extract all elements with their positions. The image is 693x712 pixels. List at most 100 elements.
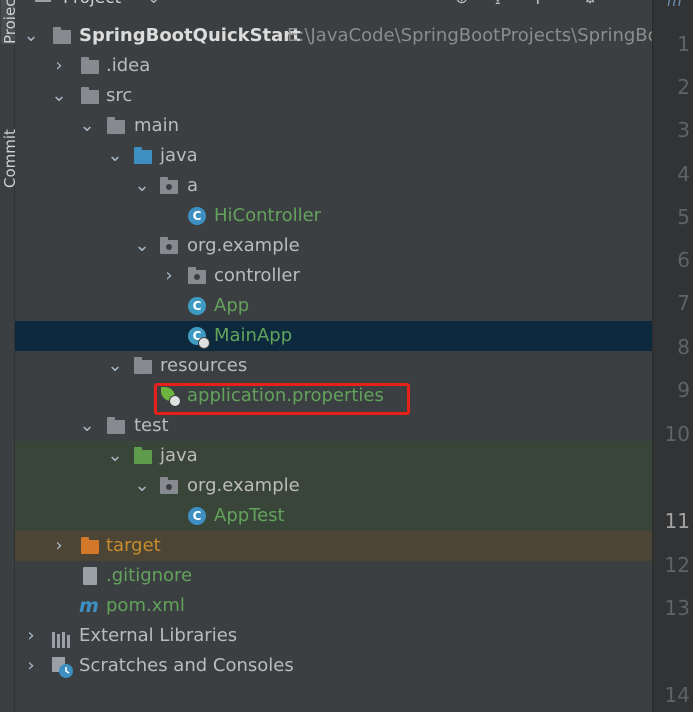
chevron-down-icon[interactable]: ⌄ bbox=[132, 231, 152, 261]
chevron-right-icon[interactable]: › bbox=[21, 651, 41, 681]
tree-item-label: java bbox=[160, 445, 198, 466]
tree-item-label: HiController bbox=[214, 205, 322, 226]
tree-item-gitignore[interactable]: .gitignore bbox=[15, 561, 652, 591]
line-number: 3 bbox=[677, 118, 690, 142]
spring-app-class-icon: C bbox=[188, 297, 206, 315]
tree-item-label: .idea bbox=[106, 55, 151, 76]
line-number: 9 bbox=[677, 378, 690, 402]
test-source-folder-icon bbox=[134, 447, 152, 464]
tree-item-main[interactable]: ⌄ main bbox=[15, 111, 652, 141]
hide-panel-icon[interactable]: — bbox=[621, 0, 637, 7]
chevron-down-icon[interactable]: ⌄ bbox=[105, 351, 125, 381]
chevron-right-icon[interactable]: › bbox=[159, 261, 179, 291]
editor-tab-icon[interactable]: m bbox=[667, 0, 682, 10]
tree-item-test[interactable]: ⌄ test bbox=[15, 411, 652, 441]
tree-item-pom[interactable]: m pom.xml bbox=[15, 591, 652, 621]
project-panel-title[interactable]: Project bbox=[63, 0, 121, 8]
tree-item-label: resources bbox=[160, 355, 248, 376]
tree-item-scratches[interactable]: › Scratches and Consoles bbox=[15, 651, 652, 681]
tree-item-src[interactable]: ⌄ src bbox=[15, 81, 652, 111]
folder-icon bbox=[107, 117, 125, 134]
expand-selected-icon[interactable]: ⊕ bbox=[455, 0, 468, 7]
tree-item-idea[interactable]: › .idea bbox=[15, 51, 652, 81]
annotation-highlight-box bbox=[154, 383, 410, 415]
tree-item-apptest[interactable]: C AppTest bbox=[15, 501, 652, 531]
line-number: 12 bbox=[664, 553, 690, 577]
tree-item-project-root[interactable]: ⌄ SpringBootQuickStart E:\JavaCode\Sprin… bbox=[15, 21, 652, 51]
tree-item-label: controller bbox=[214, 265, 300, 286]
tree-item-label: target bbox=[106, 535, 161, 556]
package-icon bbox=[188, 267, 206, 284]
excluded-folder-icon bbox=[81, 537, 99, 554]
tree-item-label: MainApp bbox=[214, 325, 293, 346]
library-icon bbox=[52, 628, 72, 648]
tree-item-label: a bbox=[187, 175, 199, 196]
file-icon bbox=[83, 567, 97, 585]
line-number: 5 bbox=[677, 205, 690, 229]
tree-item-label: org.example bbox=[187, 475, 300, 496]
folder-icon bbox=[81, 87, 99, 104]
package-icon bbox=[160, 477, 178, 494]
line-number: 8 bbox=[677, 335, 690, 359]
editor-gutter: m 1 2 3 4 5 6 7 8 9 10 11 12 13 14 bbox=[652, 0, 693, 712]
tree-item-java[interactable]: ⌄ java bbox=[15, 141, 652, 171]
tree-item-package-a[interactable]: ⌄ a bbox=[15, 171, 652, 201]
tree-item-label: AppTest bbox=[214, 505, 285, 526]
chevron-down-icon[interactable]: ⌄ bbox=[105, 441, 125, 471]
chevron-down-icon[interactable]: ⌄ bbox=[77, 411, 97, 441]
folder-icon bbox=[107, 417, 125, 434]
tool-window-strip: Project Commit bbox=[0, 0, 19, 712]
project-panel: Project ⌄ ⊕ ⭳ ⭱ ⚙ — ⌄ SpringBootQuickSta… bbox=[15, 0, 652, 712]
tree-item-target[interactable]: › target bbox=[15, 531, 652, 561]
line-number: 7 bbox=[677, 291, 690, 315]
scroll-to-file-icon[interactable]: ⭳ bbox=[495, 0, 501, 15]
test-class-icon: C bbox=[188, 507, 206, 525]
chevron-down-icon[interactable]: ⌄ bbox=[132, 171, 152, 201]
gear-icon[interactable]: ⚙ bbox=[583, 0, 597, 7]
chevron-down-icon[interactable]: ⌄ bbox=[21, 21, 41, 51]
tree-item-label: pom.xml bbox=[106, 595, 185, 616]
tree-item-label: main bbox=[134, 115, 179, 136]
spring-app-class-icon: C bbox=[188, 327, 210, 349]
chevron-right-icon[interactable]: › bbox=[21, 621, 41, 651]
line-number: 1 bbox=[677, 32, 690, 56]
line-number: 4 bbox=[677, 162, 690, 186]
tree-item-label: External Libraries bbox=[79, 625, 238, 646]
tree-item-mainapp[interactable]: C MainApp bbox=[15, 321, 652, 351]
chevron-down-icon[interactable]: ⌄ bbox=[49, 81, 69, 111]
collapse-all-icon[interactable]: ⭱ bbox=[535, 0, 541, 15]
chevron-down-icon[interactable]: ⌄ bbox=[105, 141, 125, 171]
tree-item-org-example[interactable]: ⌄ org.example bbox=[15, 231, 652, 261]
line-number: 13 bbox=[664, 596, 690, 620]
tree-item-controller[interactable]: › controller bbox=[15, 261, 652, 291]
chevron-right-icon[interactable]: › bbox=[49, 531, 69, 561]
maven-icon: m bbox=[79, 595, 99, 617]
line-number: 14 bbox=[664, 683, 690, 707]
chevron-right-icon[interactable]: › bbox=[49, 51, 69, 81]
tree-item-label: .gitignore bbox=[106, 565, 193, 586]
tree-item-test-org-example[interactable]: ⌄ org.example bbox=[15, 471, 652, 501]
package-icon bbox=[160, 177, 178, 194]
folder-icon bbox=[81, 57, 99, 74]
tree-item-external-libraries[interactable]: › External Libraries bbox=[15, 621, 652, 651]
chevron-down-icon[interactable]: ⌄ bbox=[77, 111, 97, 141]
tree-item-resources[interactable]: ⌄ resources bbox=[15, 351, 652, 381]
resources-folder-icon bbox=[134, 357, 152, 374]
tree-item-hicontroller[interactable]: C HiController bbox=[15, 201, 652, 231]
tree-item-app[interactable]: C App bbox=[15, 291, 652, 321]
line-number: 2 bbox=[677, 75, 690, 99]
source-folder-icon bbox=[134, 147, 152, 164]
java-class-icon: C bbox=[188, 207, 206, 225]
chevron-down-icon[interactable]: ⌄ bbox=[147, 0, 160, 7]
tree-item-label: org.example bbox=[187, 235, 300, 256]
tree-item-label: SpringBootQuickStart bbox=[79, 25, 301, 46]
tree-item-label: test bbox=[134, 415, 169, 436]
module-folder-icon bbox=[53, 27, 71, 44]
package-icon bbox=[160, 237, 178, 254]
line-number-current: 11 bbox=[664, 509, 690, 533]
tree-item-label: App bbox=[214, 295, 250, 316]
chevron-down-icon[interactable]: ⌄ bbox=[132, 471, 152, 501]
project-toolbar: Project ⌄ ⊕ ⭳ ⭱ ⚙ — bbox=[15, 0, 652, 10]
line-number: 10 bbox=[664, 422, 690, 446]
tree-item-test-java[interactable]: ⌄ java bbox=[15, 441, 652, 471]
